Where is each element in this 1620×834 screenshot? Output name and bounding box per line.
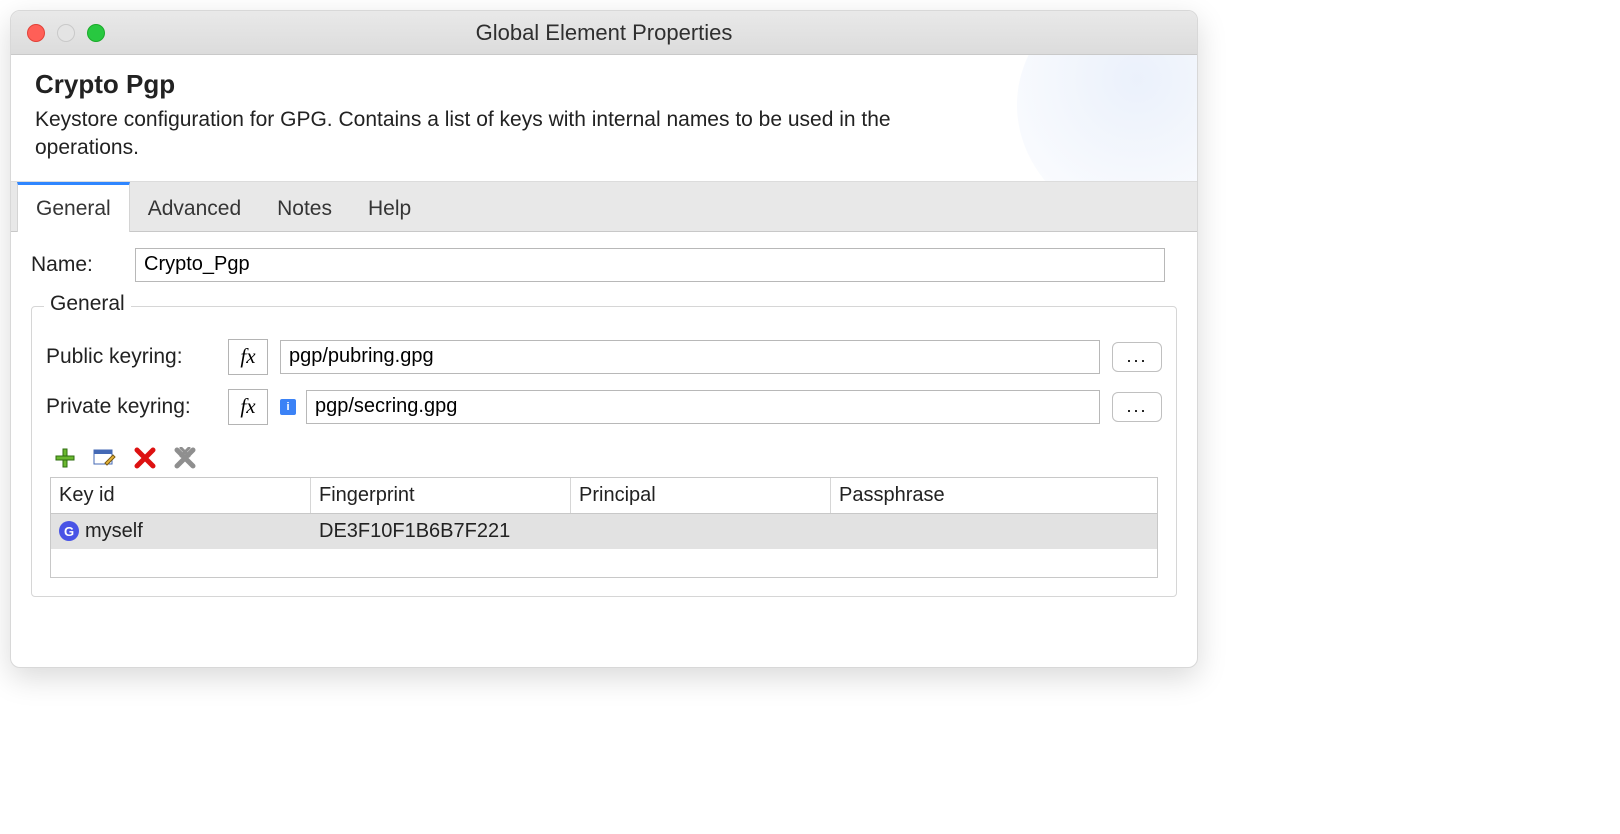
keys-table: Key id Fingerprint Principal Passphrase …	[50, 477, 1158, 578]
dialog-window: Global Element Properties Crypto Pgp Key…	[10, 10, 1198, 668]
minimize-window-icon[interactable]	[57, 24, 75, 42]
keys-toolbar	[52, 445, 1162, 471]
delete-all-icon	[174, 447, 196, 469]
group-legend: General	[44, 292, 131, 316]
add-icon	[54, 447, 76, 469]
table-header: Key id Fingerprint Principal Passphrase	[51, 478, 1157, 514]
private-keyring-input[interactable]	[306, 390, 1100, 424]
public-keyring-input[interactable]	[280, 340, 1100, 374]
col-principal[interactable]: Principal	[571, 478, 831, 513]
tab-panel-general: Name: General Public keyring: fx ... Pri…	[11, 232, 1197, 667]
tab-advanced[interactable]: Advanced	[130, 182, 259, 231]
col-passphrase[interactable]: Passphrase	[831, 478, 1157, 513]
window-controls	[27, 24, 105, 42]
cell-passphrase	[831, 525, 1157, 537]
tab-notes[interactable]: Notes	[259, 182, 350, 231]
name-label: Name:	[31, 253, 117, 277]
tab-general[interactable]: General	[17, 182, 130, 232]
cell-fingerprint: DE3F10F1B6B7F221	[311, 514, 571, 549]
add-key-button[interactable]	[52, 445, 78, 471]
page-description: Keystore configuration for GPG. Contains…	[35, 106, 975, 163]
col-keyid[interactable]: Key id	[51, 478, 311, 513]
edit-icon	[93, 447, 117, 469]
ellipsis-icon: ...	[1126, 346, 1147, 367]
delete-all-keys-button[interactable]	[172, 445, 198, 471]
general-group: General Public keyring: fx ... Private k…	[31, 306, 1177, 597]
public-keyring-fx-button[interactable]: fx	[228, 339, 268, 375]
public-keyring-label: Public keyring:	[46, 345, 216, 369]
dialog-header: Crypto Pgp Keystore configuration for GP…	[11, 55, 1197, 182]
cell-keyid: G myself	[51, 514, 311, 549]
tab-help[interactable]: Help	[350, 182, 429, 231]
cell-principal	[571, 525, 831, 537]
col-fingerprint[interactable]: Fingerprint	[311, 478, 571, 513]
page-title: Crypto Pgp	[35, 69, 1173, 100]
table-row[interactable]: G myself DE3F10F1B6B7F221	[51, 514, 1157, 549]
edit-key-button[interactable]	[92, 445, 118, 471]
global-element-icon: G	[59, 521, 79, 541]
delete-icon	[134, 447, 156, 469]
zoom-window-icon[interactable]	[87, 24, 105, 42]
table-empty-area	[51, 549, 1157, 577]
private-keyring-browse-button[interactable]: ...	[1112, 392, 1162, 422]
public-keyring-browse-button[interactable]: ...	[1112, 342, 1162, 372]
cell-keyid-text: myself	[85, 520, 143, 543]
name-input[interactable]	[135, 248, 1165, 282]
private-keyring-fx-button[interactable]: fx	[228, 389, 268, 425]
fx-icon: fx	[240, 394, 255, 419]
titlebar: Global Element Properties	[11, 11, 1197, 55]
close-window-icon[interactable]	[27, 24, 45, 42]
window-title: Global Element Properties	[11, 20, 1197, 46]
fx-icon: fx	[240, 344, 255, 369]
delete-key-button[interactable]	[132, 445, 158, 471]
ellipsis-icon: ...	[1126, 396, 1147, 417]
tab-bar: General Advanced Notes Help	[11, 182, 1197, 232]
private-keyring-label: Private keyring:	[46, 395, 216, 419]
info-icon: i	[280, 399, 296, 415]
